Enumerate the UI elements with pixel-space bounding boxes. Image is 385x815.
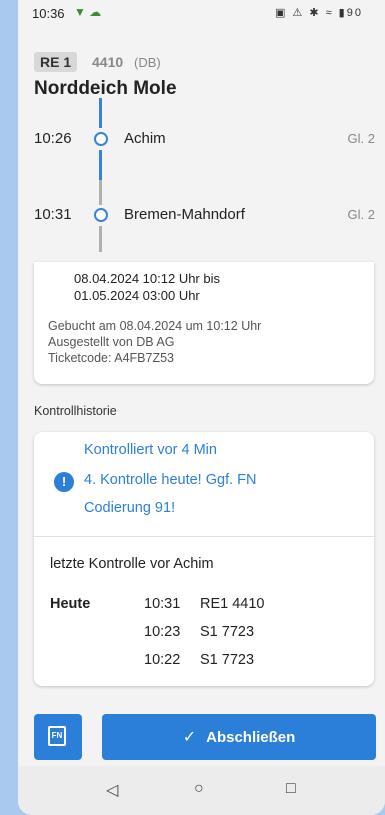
control-train: S1 7723 (200, 652, 255, 668)
control-history-card: ! Kontrolliert vor 4 Min 4. Kontrolle he… (34, 432, 374, 686)
control-entry: 10:22 S1 7723 (144, 652, 254, 668)
system-navigation-bar: ◁ ○ □ (18, 766, 385, 815)
warning-line-1: Kontrolliert vor 4 Min (84, 442, 217, 458)
train-line-badge: RE 1 (34, 52, 78, 72)
control-train: S1 7723 (200, 624, 255, 640)
check-icon: ✓ (182, 729, 197, 746)
stop-name: Bremen-Mahndorf (124, 206, 245, 223)
battery-level: 90 (346, 7, 363, 19)
control-time: 10:31 (144, 596, 181, 612)
route-line-middle-blue (99, 150, 102, 180)
ticket-code: Ticketcode: A4FB7Z53 (48, 351, 174, 365)
complete-button-label: Abschließen (206, 728, 296, 746)
control-time: 10:23 (144, 624, 181, 640)
validity-to: 01.05.2024 03:00 Uhr (74, 288, 200, 303)
fn-ticket-icon: FN (48, 726, 66, 746)
route-line-bottom (99, 226, 102, 252)
stop-time: 10:31 (34, 206, 72, 223)
fn-button[interactable]: FN (34, 714, 82, 760)
stop-achim[interactable]: 10:26 Achim Gl. 2 (18, 127, 385, 151)
route-line-middle-grey (99, 180, 102, 205)
back-icon[interactable]: ◁ (106, 780, 118, 800)
train-number: 4410 (92, 54, 124, 70)
ticket-issuer: Ausgestellt von DB AG (48, 335, 175, 349)
ticket-booked: Gebucht am 08.04.2024 um 10:12 Uhr (48, 319, 262, 333)
stop-dot-icon (94, 208, 108, 222)
last-control-label: letzte Kontrolle vor Achim (50, 556, 214, 572)
ticket-validity: 08.04.2024 10:12 Uhr bis 01.05.2024 03:0… (74, 270, 220, 304)
control-entry: 10:31 RE1 4410 (144, 596, 265, 612)
home-icon[interactable]: ○ (194, 780, 204, 798)
notification-icons: ▼ ☁ (74, 5, 102, 19)
recents-icon[interactable]: □ (286, 780, 296, 798)
info-icon: ! (54, 472, 74, 492)
phone-screen: 10:36 ▼ ☁ ▣ ⚠ ✱ ≈ ▮90 RE 1 4410 (DB) Nor… (18, 0, 385, 815)
train-operator: (DB) (134, 55, 161, 70)
status-bar: 10:36 ▼ ☁ ▣ ⚠ ✱ ≈ ▮90 (18, 0, 385, 28)
control-time: 10:22 (144, 652, 181, 668)
stop-time: 10:26 (34, 130, 72, 147)
divider (34, 536, 374, 537)
control-day: Heute (50, 596, 91, 612)
stop-dot-icon (94, 132, 108, 146)
ticket-card: 08.04.2024 10:12 Uhr bis 01.05.2024 03:0… (34, 262, 374, 384)
control-train: RE1 4410 (200, 596, 265, 612)
complete-button[interactable]: ✓ Abschließen (102, 714, 376, 760)
warning-line-2: 4. Kontrolle heute! Ggf. FN (84, 472, 257, 488)
destination: Norddeich Mole (34, 78, 177, 99)
stop-platform: Gl. 2 (347, 207, 375, 222)
control-history-title: Kontrollhistorie (34, 404, 117, 418)
ticket-meta: Gebucht am 08.04.2024 um 10:12 Uhr Ausge… (48, 318, 261, 366)
status-time: 10:36 (32, 6, 65, 21)
warning-line-3: Codierung 91! (84, 500, 176, 516)
route-line-top (99, 98, 102, 128)
stop-platform: Gl. 2 (347, 131, 375, 146)
system-icons: ▣ ⚠ ✱ ≈ ▮90 (274, 7, 363, 19)
control-entry: 10:23 S1 7723 (144, 624, 254, 640)
validity-from: 08.04.2024 10:12 Uhr bis (74, 271, 220, 286)
action-bar: FN ✓ Abschließen (18, 704, 385, 766)
stop-name: Achim (124, 130, 166, 147)
stop-bremen-mahndorf[interactable]: 10:31 Bremen-Mahndorf Gl. 2 (18, 203, 385, 227)
